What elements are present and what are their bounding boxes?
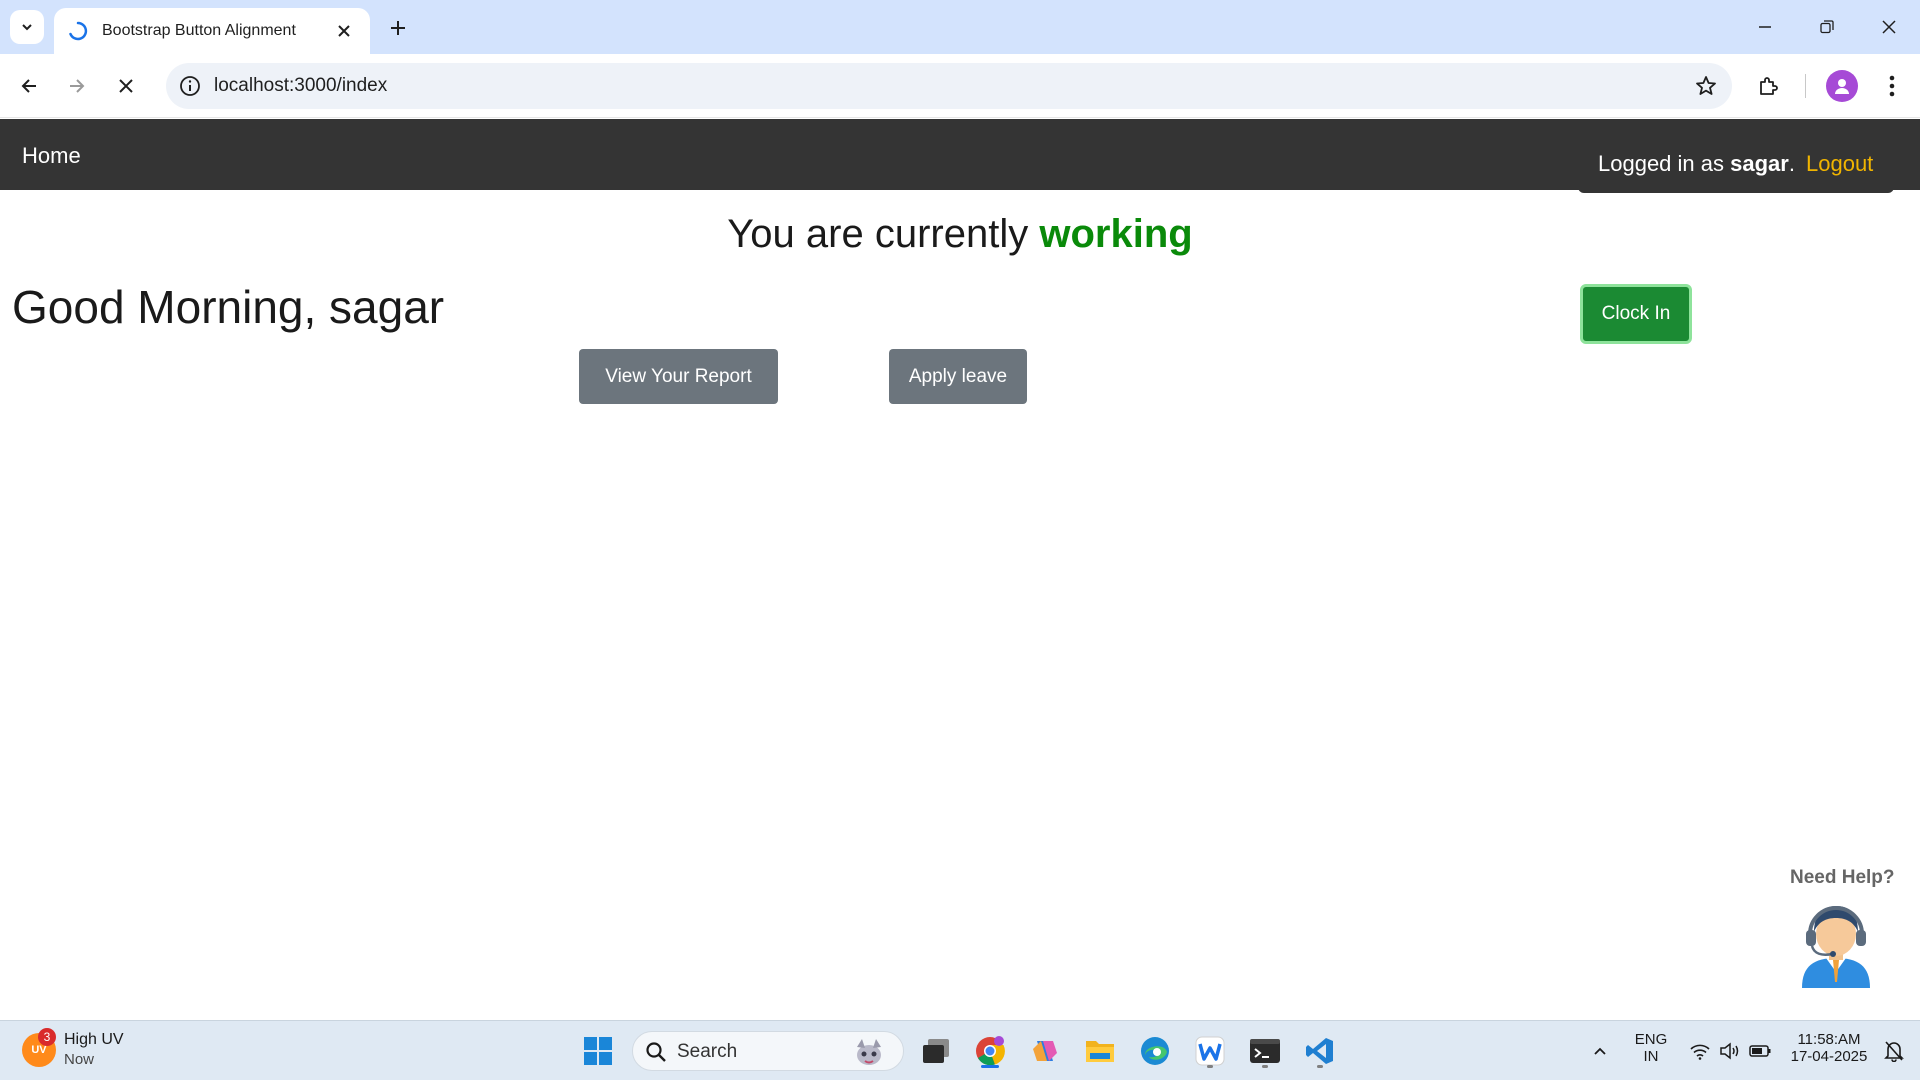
star-icon[interactable] — [1694, 74, 1718, 98]
puzzle-icon — [1760, 77, 1778, 95]
tray-overflow-button[interactable] — [1582, 1031, 1618, 1071]
tab-search-button[interactable] — [10, 10, 44, 44]
weather-badge: 3 — [38, 1028, 56, 1046]
copilot-icon — [1033, 1041, 1057, 1061]
taskbar-running-indicator — [1317, 1065, 1323, 1068]
url-text[interactable]: localhost:3000/index — [214, 75, 387, 97]
browser-menu-button[interactable] — [1874, 68, 1910, 104]
work-status: You are currently working — [0, 212, 1920, 257]
language-indicator[interactable]: ENG IN — [1628, 1031, 1674, 1065]
user-panel: Logged in as sagar. Logout — [1578, 119, 1894, 193]
toolbar-divider — [1805, 74, 1806, 98]
vscode-icon — [1306, 1038, 1333, 1064]
greeting-heading: Good Morning, sagar — [12, 281, 445, 333]
tray-status-icons[interactable] — [1680, 1031, 1780, 1071]
logout-link[interactable]: Logout — [1806, 151, 1873, 177]
plus-icon — [391, 21, 405, 35]
chevron-down-icon — [22, 24, 32, 31]
language-line2: IN — [1643, 1048, 1659, 1065]
search-highlight-icon — [857, 1039, 881, 1065]
weather-title[interactable]: High UV — [64, 1031, 124, 1049]
browser-toolbar: localhost:3000/index — [0, 54, 1920, 118]
taskbar-chrome[interactable] — [970, 1031, 1010, 1071]
os-taskbar: UV 3 High UV Now Search ENG IN 11:58:AM … — [0, 1020, 1920, 1080]
taskbar-word-app[interactable] — [1190, 1031, 1230, 1071]
help-label[interactable]: Need Help? — [1790, 867, 1895, 889]
terminal-icon — [1250, 1039, 1280, 1063]
logged-in-username: sagar — [1730, 151, 1789, 176]
search-icon — [646, 1042, 666, 1062]
taskbar-terminal[interactable] — [1245, 1031, 1285, 1071]
taskbar-search-placeholder: Search — [677, 1041, 738, 1062]
start-button[interactable] — [578, 1031, 618, 1071]
browser-tabbar: Bootstrap Button Alignment — [0, 0, 1920, 54]
word-app-icon — [1195, 1036, 1225, 1066]
notification-bell-icon — [1884, 1041, 1904, 1062]
taskbar-running-indicator — [1207, 1065, 1213, 1068]
taskbar-active-indicator — [981, 1065, 999, 1068]
close-icon — [338, 25, 350, 37]
arrow-right-icon — [70, 79, 85, 93]
close-icon — [1882, 20, 1896, 34]
logged-in-prefix: Logged in as — [1598, 151, 1724, 176]
arrow-left-icon — [21, 79, 36, 93]
minimize-button[interactable] — [1734, 0, 1796, 54]
user-icon — [1835, 79, 1849, 94]
info-icon[interactable] — [178, 74, 202, 98]
taskbar-vscode[interactable] — [1300, 1031, 1340, 1071]
logged-in-suffix: . — [1788, 151, 1795, 176]
taskbar-search[interactable]: Search — [632, 1031, 904, 1071]
taskbar-file-explorer[interactable] — [1080, 1031, 1120, 1071]
new-tab-button[interactable] — [383, 13, 413, 43]
extensions-button[interactable] — [1750, 68, 1786, 104]
edge-icon — [1141, 1037, 1169, 1065]
back-button[interactable] — [11, 68, 47, 104]
work-status-prefix: You are currently — [727, 212, 1029, 256]
language-line1: ENG — [1634, 1031, 1668, 1048]
close-icon — [119, 79, 133, 93]
clock-date: 17-04-2025 — [1790, 1048, 1868, 1065]
clock-area[interactable]: 11:58:AM 17-04-2025 — [1780, 1031, 1878, 1065]
more-vertical-icon — [1889, 75, 1895, 97]
tab-title: Bootstrap Button Alignment — [102, 22, 296, 39]
windows-logo-icon — [584, 1037, 612, 1065]
close-window-button[interactable] — [1858, 0, 1920, 54]
chevron-up-icon — [1594, 1047, 1606, 1055]
view-report-button[interactable]: View Your Report — [579, 349, 778, 404]
loading-spinner-icon — [69, 21, 88, 41]
restore-button[interactable] — [1796, 0, 1858, 54]
volume-icon — [1720, 1042, 1739, 1060]
taskbar-copilot[interactable] — [1025, 1031, 1065, 1071]
chrome-icon — [976, 1036, 1005, 1066]
profile-avatar[interactable] — [1826, 70, 1858, 102]
support-agent-icon[interactable] — [1796, 894, 1876, 988]
stop-loading-button[interactable] — [108, 68, 144, 104]
clock-in-button[interactable]: Clock In — [1580, 284, 1692, 344]
notifications-button[interactable] — [1876, 1031, 1912, 1071]
nav-home-link[interactable]: Home — [22, 143, 81, 169]
wifi-icon — [1690, 1044, 1710, 1060]
browser-tab-active[interactable]: Bootstrap Button Alignment — [54, 8, 370, 54]
address-bar[interactable]: localhost:3000/index — [166, 63, 1732, 109]
taskbar-running-indicator — [1262, 1065, 1268, 1068]
clock-time: 11:58:AM — [1797, 1031, 1861, 1048]
weather-time: Now — [64, 1051, 95, 1068]
minimize-icon — [1759, 26, 1771, 28]
forward-button[interactable] — [59, 68, 95, 104]
apply-leave-button[interactable]: Apply leave — [889, 349, 1027, 404]
logged-in-text: Logged in as sagar. — [1598, 151, 1795, 177]
work-status-value: working — [1039, 212, 1193, 256]
taskbar-task-view[interactable] — [916, 1031, 956, 1071]
folder-icon — [1086, 1041, 1114, 1062]
restore-icon — [1820, 20, 1834, 34]
battery-icon — [1749, 1045, 1771, 1057]
tab-close-button[interactable] — [332, 19, 356, 43]
task-view-icon — [923, 1039, 949, 1063]
taskbar-edge[interactable] — [1135, 1031, 1175, 1071]
